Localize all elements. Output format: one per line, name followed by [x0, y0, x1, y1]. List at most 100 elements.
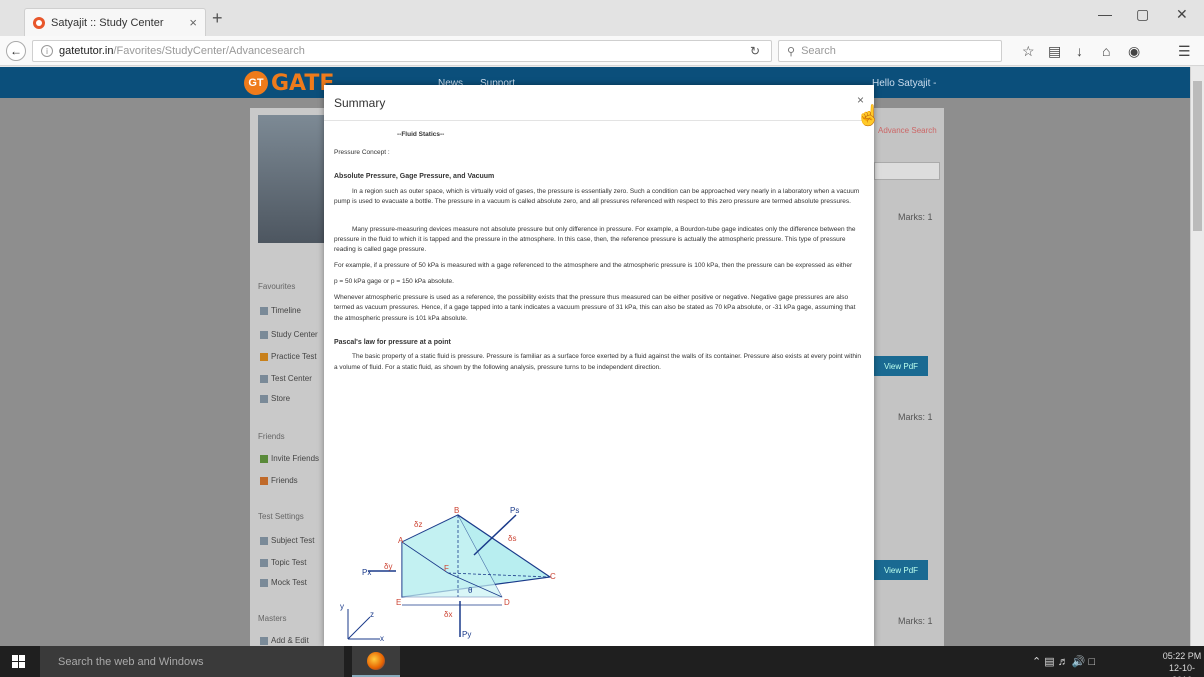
- pocket-icon[interactable]: ◉: [1128, 43, 1140, 60]
- marks-label: Marks: 1: [898, 616, 933, 626]
- study-center-icon: [260, 330, 268, 339]
- sidebar-item-store[interactable]: Store: [260, 394, 290, 403]
- marks-label: Marks: 1: [898, 212, 933, 222]
- practice-test-icon: [260, 352, 268, 361]
- add-edit-icon: [260, 636, 268, 645]
- section-title: --Fluid Statics--: [397, 131, 445, 138]
- subject-test-icon: [260, 536, 268, 545]
- sidebar-item-add-edit[interactable]: Add & Edit: [260, 636, 309, 645]
- diagram-label: y: [340, 602, 344, 611]
- modal-header: Summary ×: [324, 85, 874, 121]
- page-scrollbar[interactable]: [1190, 67, 1204, 646]
- diagram-label: Px: [362, 568, 371, 577]
- back-arrow-icon[interactable]: ←: [6, 41, 26, 61]
- diagram-label: A: [398, 536, 404, 545]
- tab-close-button[interactable]: ×: [189, 15, 197, 30]
- firefox-icon: [367, 651, 385, 670]
- paragraph-pascal: The basic property of a static fluid is …: [334, 353, 862, 371]
- reading-list-icon[interactable]: ▤: [1048, 43, 1061, 60]
- friends-heading: Friends: [258, 432, 285, 441]
- sidebar-item-friends[interactable]: Friends: [260, 476, 298, 485]
- minimize-button[interactable]: —: [1098, 6, 1112, 22]
- browser-search-input[interactable]: ⚲ Search: [778, 40, 1002, 62]
- taskbar-clock[interactable]: 05:22 PM 12-10-2016: [1160, 650, 1204, 677]
- url-host: gatetutor.in: [59, 45, 114, 57]
- friends-icon: [260, 476, 268, 485]
- windows-start-icon[interactable]: [12, 655, 26, 669]
- taskbar-search-input[interactable]: Search the web and Windows: [40, 646, 344, 677]
- heading-absolute-pressure: Absolute Pressure, Gage Pressure, and Va…: [334, 173, 495, 181]
- diagram-label: δy: [384, 562, 392, 571]
- timeline-icon: [260, 306, 268, 315]
- reload-icon[interactable]: ↻: [750, 44, 760, 58]
- sidebar-item-mock-test[interactable]: Mock Test: [260, 578, 307, 587]
- diagram-label: z: [370, 610, 374, 619]
- hand-cursor-icon: ☝: [856, 105, 881, 127]
- paragraph-equation: p = 50 kPa gage or p = 150 kPa absolute.: [334, 278, 454, 286]
- diagram-label: δz: [414, 520, 422, 529]
- topic-test-icon: [260, 558, 268, 567]
- home-icon[interactable]: ⌂: [1102, 43, 1110, 59]
- search-placeholder: Search: [801, 45, 836, 57]
- windows-taskbar: Search the web and Windows ⌃ ▤ ♬ 🔊 □ 05:…: [0, 646, 1204, 677]
- heading-pascal-law: Pascal's law for pressure at a point: [334, 338, 451, 346]
- filter-select[interactable]: [874, 162, 940, 180]
- menu-icon[interactable]: ☰: [1178, 43, 1191, 60]
- diagram-label: x: [380, 634, 384, 643]
- sidebar-item-timeline[interactable]: Timeline: [260, 306, 301, 315]
- store-icon: [260, 394, 268, 403]
- diagram-label: E: [396, 598, 401, 607]
- bookmark-star-icon[interactable]: ☆: [1022, 43, 1035, 60]
- site-logo-badge[interactable]: GT: [244, 71, 268, 95]
- favicon-icon: [33, 16, 45, 29]
- diagram-label: Py: [462, 630, 471, 639]
- url-path: /Favorites/StudyCenter/Advancesearch: [113, 45, 305, 57]
- diagram-label: Ps: [510, 506, 519, 515]
- diagram-label: δs: [508, 534, 516, 543]
- paragraph-absolute: In a region such as outer space, which i…: [334, 187, 860, 206]
- browser-tab[interactable]: Satyajit :: Study Center ×: [24, 8, 206, 36]
- sidebar-item-test-center[interactable]: Test Center: [260, 374, 312, 383]
- tab-title: Satyajit :: Study Center: [51, 16, 164, 29]
- sidebar-item-invite-friends[interactable]: Invite Friends: [260, 454, 319, 463]
- clock-time: 05:22 PM: [1162, 651, 1202, 661]
- new-tab-button[interactable]: +: [212, 8, 223, 29]
- modal-title: Summary: [334, 96, 386, 110]
- mock-test-icon: [260, 578, 268, 587]
- url-bar[interactable]: i gatetutor.in /Favorites/StudyCenter/Ad…: [32, 40, 772, 62]
- sidebar-item-study-center[interactable]: Study Center: [260, 330, 318, 339]
- test-settings-heading: Test Settings: [258, 512, 304, 521]
- diagram-label: F: [444, 564, 449, 573]
- fluid-wedge-diagram: δz B Ps δs A δy Px F C θ E D δx Py y x z: [340, 506, 556, 643]
- diagram-label: B: [454, 506, 459, 515]
- diagram-label: θ: [468, 586, 473, 595]
- user-greeting[interactable]: Hello Satyajit -: [872, 78, 936, 89]
- sidebar-item-topic-test[interactable]: Topic Test: [260, 558, 306, 567]
- invite-icon: [260, 454, 268, 463]
- masters-heading: Masters: [258, 614, 287, 623]
- system-tray-icons[interactable]: ⌃ ▤ ♬ 🔊 □: [1032, 655, 1095, 668]
- sidebar-item-subject-test[interactable]: Subject Test: [260, 536, 314, 545]
- diagram-label: δx: [444, 610, 452, 619]
- test-center-icon: [260, 374, 268, 383]
- paragraph-gage: Many pressure-measuring devices measure …: [334, 226, 856, 254]
- firefox-taskbar-button[interactable]: [352, 646, 400, 677]
- scrollbar-thumb[interactable]: [1193, 81, 1202, 231]
- diagram-label: C: [550, 572, 556, 581]
- sidebar-item-practice-test[interactable]: Practice Test: [260, 352, 317, 361]
- view-pdf-button[interactable]: View PdF: [874, 356, 928, 376]
- browser-nav-bar: ← i gatetutor.in /Favorites/StudyCenter/…: [0, 36, 1204, 66]
- maximize-button[interactable]: ▢: [1136, 6, 1149, 23]
- advance-search-link[interactable]: Advance Search: [878, 126, 937, 135]
- info-icon[interactable]: i: [41, 45, 53, 57]
- profile-photo: [258, 115, 324, 243]
- view-pdf-button[interactable]: View PdF: [874, 560, 928, 580]
- paragraph-example: For example, if a pressure of 50 kPa is …: [334, 262, 853, 270]
- modal-body[interactable]: --Fluid Statics-- Pressure Concept : Abs…: [324, 121, 874, 388]
- window-close-button[interactable]: ✕: [1176, 6, 1188, 23]
- diagram-label: D: [504, 598, 510, 607]
- paragraph-vacuum: Whenever atmospheric pressure is used as…: [334, 294, 856, 322]
- browser-tab-bar: Satyajit :: Study Center × + — ▢ ✕: [0, 0, 1204, 36]
- clock-date: 12-10-2016: [1168, 663, 1195, 677]
- download-icon[interactable]: ↓: [1076, 43, 1083, 59]
